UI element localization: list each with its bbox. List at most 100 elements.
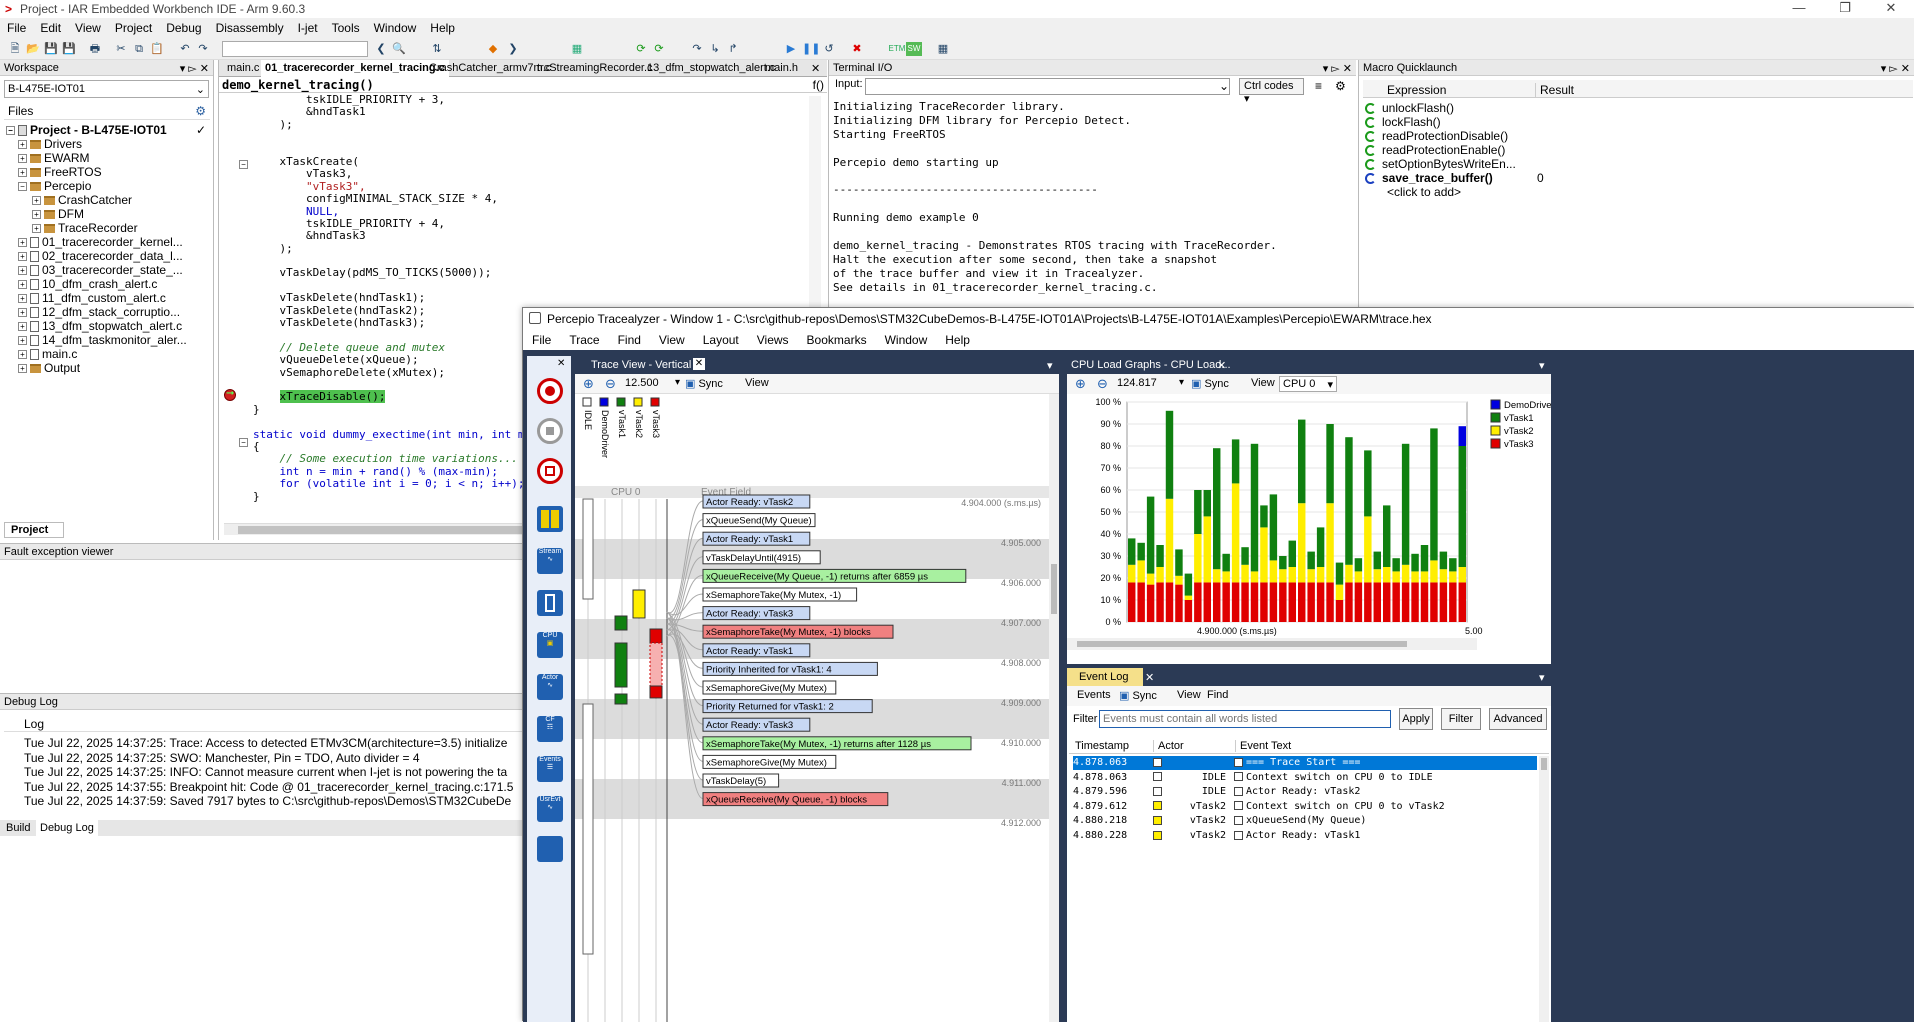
undo-icon[interactable]: ↶ — [178, 42, 192, 56]
break-icon[interactable]: ❚❚ — [802, 42, 820, 56]
tz-menu-window[interactable]: Window — [876, 330, 937, 347]
menu-window[interactable]: Window — [367, 18, 424, 35]
maximize-button[interactable]: ❐ — [1822, 0, 1868, 18]
view-menu[interactable]: View — [745, 377, 769, 389]
macro-item[interactable]: readProtectionEnable() — [1365, 143, 1505, 157]
tab-kernel-tracing[interactable]: 01_tracerecorder_kernel_tracing.c — [261, 60, 449, 77]
run-macro-icon[interactable] — [1365, 131, 1376, 143]
function-navigator[interactable]: demo_kernel_tracing() f() — [219, 77, 827, 93]
more-views-icon[interactable] — [537, 836, 563, 862]
forward-icon[interactable]: ❯ — [506, 42, 520, 56]
tree-item[interactable]: +01_tracerecorder_kernel... — [4, 235, 210, 249]
chevron-down-icon[interactable]: ▾ — [1179, 377, 1184, 388]
pin-icon[interactable]: ▾ ▻ ✕ — [1881, 62, 1910, 75]
close-button[interactable]: ✕ — [1868, 0, 1914, 18]
cpu-chart-canvas[interactable]: 100 % 90 % 80 % 70 % 60 % 50 % 40 % 30 % 20 % 10 … — [1067, 394, 1551, 664]
tree-item[interactable]: +10_dfm_crash_alert.c — [4, 277, 210, 291]
toggle-bookmark-icon[interactable]: ◆ — [486, 42, 500, 56]
tab-main-h[interactable]: main.h — [765, 62, 798, 74]
back-icon[interactable]: ❮ — [374, 42, 388, 56]
new-file-icon[interactable]: 🗎 — [8, 42, 22, 56]
terminal-input[interactable]: ⌄ — [865, 78, 1230, 95]
run-macro-icon[interactable] — [1365, 173, 1376, 185]
layout-icon[interactable]: ▦ — [936, 42, 950, 56]
tz-menu-bookmarks[interactable]: Bookmarks — [798, 330, 876, 347]
tab-trcstreaming[interactable]: trcStreamingRecorder.c — [537, 62, 653, 74]
event-text-column[interactable]: Event Text — [1235, 740, 1291, 752]
close-tab-icon[interactable]: ✕ — [1145, 671, 1154, 684]
event-row[interactable]: 4.878.063 IDLE Context switch on CPU 0 to … — [1073, 771, 1537, 785]
tree-item[interactable]: + CrashCatcher — [4, 193, 210, 207]
result-column[interactable]: Result — [1535, 83, 1574, 97]
dropdown-icon[interactable]: ▾ — [1539, 671, 1545, 684]
menu-tools[interactable]: Tools — [325, 18, 367, 35]
trace-view-icon[interactable] — [537, 590, 563, 616]
open-file-icon[interactable]: 📂 — [26, 42, 40, 56]
redo-icon[interactable]: ↷ — [196, 42, 210, 56]
save-all-icon[interactable]: 💾 — [62, 42, 76, 56]
etm-icon[interactable]: ETM — [888, 42, 906, 56]
print-icon[interactable]: 🖶 — [88, 42, 102, 56]
actor-icon[interactable]: Actor ∿ — [537, 674, 563, 700]
minimize-button[interactable]: — — [1776, 0, 1822, 18]
communication-flow-icon[interactable]: CF ☶ — [537, 716, 563, 742]
config-select[interactable]: B-L475E-IOT01 ⌄ — [4, 80, 209, 98]
tz-menu-trace[interactable]: Trace — [560, 330, 608, 347]
cut-icon[interactable]: ✂ — [114, 42, 128, 56]
tab-trace-view[interactable]: Trace View - Vertical — [591, 359, 691, 371]
tree-item[interactable]: +14_dfm_taskmonitor_aler... — [4, 333, 210, 347]
pin-icon[interactable]: ▾ ▻ ✕ — [180, 62, 209, 75]
make-icon[interactable]: ⟳ — [634, 42, 648, 56]
macro-item[interactable]: readProtectionDisable() — [1365, 129, 1508, 143]
fold-toggle[interactable]: − — [239, 160, 248, 169]
events-icon[interactable]: Events ☰ — [537, 756, 563, 782]
close-tab-icon[interactable]: ✕ — [1217, 359, 1226, 372]
cpu-view-menu[interactable]: View — [1251, 377, 1275, 389]
tree-item[interactable]: + TraceRecorder — [4, 221, 210, 235]
menu-project[interactable]: Project — [108, 18, 159, 35]
advanced-button[interactable]: Advanced — [1489, 708, 1547, 730]
event-find-menu[interactable]: Find — [1207, 689, 1228, 701]
run-macro-icon[interactable] — [1365, 159, 1376, 171]
options-icon[interactable]: ≡ — [1315, 79, 1322, 93]
run-macro-icon[interactable] — [1365, 145, 1376, 157]
actor-column[interactable]: Actor — [1153, 740, 1184, 752]
fold-toggle[interactable]: − — [239, 438, 248, 447]
zoom-in-icon[interactable]: ⊕ — [1075, 376, 1086, 392]
timestamp-column[interactable]: Timestamp — [1075, 740, 1129, 752]
event-sync-button[interactable]: ▣ Sync — [1119, 689, 1157, 702]
tree-item[interactable]: − Percepio — [4, 179, 210, 193]
macro-item[interactable]: unlockFlash() — [1365, 101, 1454, 115]
tab-crashcatcher[interactable]: CrashCatcher_armv7m.c — [429, 62, 551, 74]
tab-project[interactable]: Project — [4, 522, 64, 538]
tree-item[interactable]: + EWARM — [4, 151, 210, 165]
filter-button[interactable]: Filter — [1441, 708, 1481, 730]
panel-close-icon[interactable]: ✕ — [557, 358, 565, 369]
menu-edit[interactable]: Edit — [33, 18, 68, 35]
menu-debug[interactable]: Debug — [159, 18, 208, 35]
save-icon[interactable]: 💾 — [44, 42, 58, 56]
find-combo[interactable] — [222, 41, 368, 57]
tree-item[interactable]: + Output — [4, 361, 210, 375]
macro-item[interactable]: lockFlash() — [1365, 115, 1441, 129]
tree-item[interactable]: + Drivers — [4, 137, 210, 151]
find-icon[interactable]: 🔍 — [392, 42, 406, 56]
tz-menu-help[interactable]: Help — [936, 330, 979, 347]
record-icon[interactable] — [537, 378, 563, 404]
tz-menu-file[interactable]: File — [523, 330, 560, 347]
tab-stopwatch[interactable]: 13_dfm_stopwatch_alert.c — [647, 62, 775, 74]
zoom-level[interactable]: 12.500 — [625, 377, 659, 389]
event-log-scrollbar[interactable] — [1539, 756, 1549, 1022]
save-output-icon[interactable]: ⚙ — [1335, 79, 1346, 93]
stop-icon[interactable] — [537, 418, 563, 444]
stop-debug-icon[interactable]: ✖ — [850, 42, 864, 56]
paste-icon[interactable]: 📋 — [150, 42, 164, 56]
tab-cpu-load[interactable]: CPU Load Graphs - CPU Load... — [1071, 359, 1231, 371]
add-macro-row[interactable]: <click to add> — [1387, 185, 1461, 199]
cpu-select[interactable]: CPU 0 ▾ — [1279, 376, 1337, 392]
sync-button[interactable]: ▣ Sync — [685, 377, 723, 390]
tab-debug-log[interactable]: Debug Log — [36, 820, 98, 836]
zoom-out-icon[interactable]: ⊖ — [605, 376, 616, 392]
swo-icon[interactable]: SW — [906, 42, 922, 56]
close-tab-icon[interactable]: ✕ — [693, 358, 705, 370]
